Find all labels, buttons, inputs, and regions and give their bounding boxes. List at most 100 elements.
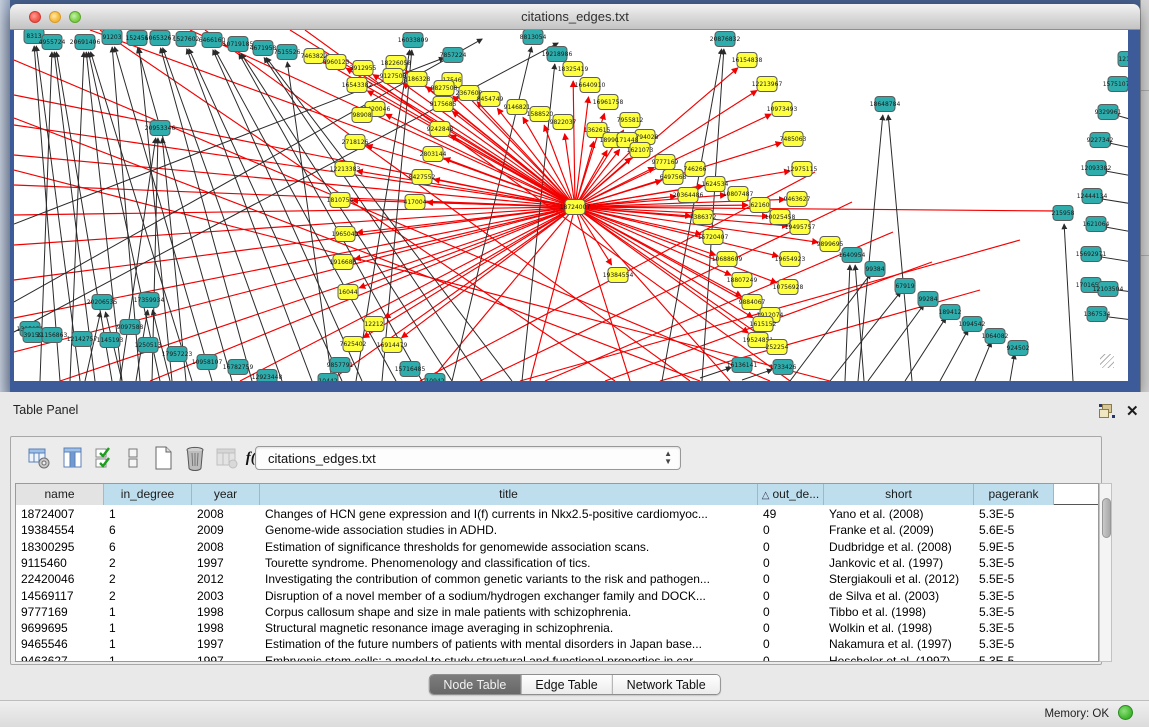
- graph-node[interactable]: 9097588: [117, 320, 144, 335]
- graph-node[interactable]: 12444134: [1077, 189, 1108, 204]
- graph-node[interactable]: 3912955: [350, 61, 377, 76]
- table-row[interactable]: 969969511998Structural magnetic resonanc…: [16, 620, 1098, 636]
- graph-node[interactable]: 91203: [102, 30, 122, 45]
- graph-node[interactable]: 1250513: [135, 338, 162, 353]
- graph-node[interactable]: 1064082: [982, 329, 1009, 344]
- graph-node[interactable]: 17957223: [162, 347, 193, 362]
- graph-node[interactable]: 8454749: [477, 92, 504, 107]
- graph-node[interactable]: 252254: [766, 340, 789, 355]
- column-header-short[interactable]: short: [824, 484, 974, 505]
- graph-node[interactable]: 1640954: [839, 248, 866, 263]
- black-edge[interactable]: [1010, 354, 1015, 381]
- graph-node[interactable]: 6466160: [199, 33, 226, 48]
- graph-node[interactable]: 8186328: [404, 72, 431, 87]
- table-row[interactable]: 1872400712008Changes of HCN gene express…: [16, 506, 1098, 522]
- graph-node[interactable]: 1367534: [1084, 307, 1111, 322]
- graph-node[interactable]: 99284: [918, 292, 938, 307]
- graph-node[interactable]: 9884067: [739, 295, 766, 310]
- graph-node[interactable]: 7485063: [780, 132, 807, 147]
- memory-status-indicator[interactable]: [1118, 705, 1133, 720]
- table-scrollbar[interactable]: [1099, 483, 1112, 662]
- graph-node[interactable]: 98908: [352, 108, 372, 123]
- new-file-icon[interactable]: [149, 444, 177, 472]
- graph-node[interactable]: 17359934: [134, 293, 165, 308]
- graph-node[interactable]: 19384554: [603, 268, 634, 283]
- table-row[interactable]: 946362711997Embryonic stem cells: a mode…: [16, 653, 1098, 662]
- graph-node[interactable]: 9857791: [327, 358, 354, 373]
- graph-node[interactable]: 924502: [1007, 341, 1030, 356]
- graph-node[interactable]: 20953346: [145, 121, 176, 136]
- graph-node[interactable]: 10942: [425, 374, 445, 382]
- graph-node[interactable]: 18807249: [727, 273, 758, 288]
- column-header-name[interactable]: name: [16, 484, 104, 505]
- graph-node[interactable]: 8427552: [409, 170, 436, 185]
- graph-node[interactable]: 4671958: [250, 41, 277, 56]
- graph-node[interactable]: 1965049: [332, 227, 359, 242]
- column-header-year[interactable]: year: [192, 484, 260, 505]
- tab-network-table[interactable]: Network Table: [613, 675, 720, 694]
- graph-node[interactable]: 16640910: [575, 78, 606, 93]
- graph-node[interactable]: 2803144: [420, 147, 447, 162]
- graph-node[interactable]: 7515526: [274, 45, 301, 60]
- graph-node[interactable]: 10958107: [192, 355, 223, 370]
- graph-node[interactable]: 9899695: [817, 237, 844, 252]
- table-row[interactable]: 1456911722003Disruption of a novel membe…: [16, 588, 1098, 604]
- graph-node[interactable]: 16154838: [732, 53, 763, 68]
- graph-node[interactable]: 10807487: [723, 187, 754, 202]
- red-edge[interactable]: [190, 30, 575, 207]
- graph-node[interactable]: 4955724: [39, 35, 66, 50]
- table-row[interactable]: 977716911998Corpus callosum shape and si…: [16, 604, 1098, 620]
- graph-node[interactable]: 10688609: [712, 252, 743, 267]
- table-row[interactable]: 946554611997Estimation of the future num…: [16, 636, 1098, 652]
- graph-node[interactable]: 16136141: [727, 358, 758, 373]
- graph-node[interactable]: 9242848: [427, 122, 454, 137]
- graph-node[interactable]: 99384: [865, 262, 885, 277]
- graph-node[interactable]: 10442: [318, 374, 338, 382]
- graph-node[interactable]: 7857224: [440, 48, 467, 63]
- graph-node[interactable]: 9463627: [784, 192, 811, 207]
- graph-node[interactable]: 746266: [684, 162, 707, 177]
- graph-node[interactable]: 1094542: [959, 317, 986, 332]
- table-mode-icon[interactable]: [25, 444, 53, 472]
- graph-node[interactable]: 16961758: [593, 95, 624, 110]
- graph-node[interactable]: 67919: [895, 279, 915, 294]
- graph-node[interactable]: 15716485: [395, 362, 426, 377]
- column-visibility-icon[interactable]: [59, 444, 87, 472]
- graph-node[interactable]: 18648784: [870, 97, 901, 112]
- graph-node[interactable]: 1621073: [627, 143, 654, 158]
- column-header-title[interactable]: title: [260, 484, 758, 505]
- black-edge[interactable]: [189, 49, 342, 381]
- graph-node[interactable]: 12212: [364, 317, 384, 332]
- graph-node[interactable]: 1621064: [1083, 217, 1110, 232]
- window-resize-grip[interactable]: [1100, 354, 1114, 368]
- graph-node[interactable]: 20876832: [710, 32, 741, 47]
- red-edge[interactable]: [14, 207, 575, 215]
- graph-node[interactable]: 16033809: [398, 33, 429, 48]
- black-edge[interactable]: [162, 138, 186, 381]
- graph-node[interactable]: 9777169: [652, 155, 679, 170]
- graph-node[interactable]: 10653267: [145, 31, 176, 46]
- graph-node[interactable]: 1810754: [327, 193, 354, 208]
- graph-node[interactable]: 7625402: [340, 337, 367, 352]
- red-edge[interactable]: [384, 207, 575, 318]
- graph-node[interactable]: 7386372: [690, 210, 717, 225]
- graph-node[interactable]: 15692971: [1076, 247, 1107, 262]
- graph-node[interactable]: 16543382: [342, 78, 373, 93]
- graph-node[interactable]: 10973493: [767, 102, 798, 117]
- graph-node[interactable]: 1527602: [173, 32, 200, 47]
- network-canvas[interactable]: 8313495572420691406912031524561065326715…: [14, 30, 1128, 381]
- table-select-dropdown[interactable]: citations_edges.txt ▲▼: [255, 446, 681, 470]
- table-row[interactable]: 2242004622012Investigating the contribut…: [16, 571, 1098, 587]
- black-edge[interactable]: [845, 265, 850, 381]
- graph-node[interactable]: 215958: [1052, 206, 1075, 221]
- graph-node[interactable]: 8813054: [520, 30, 547, 45]
- graph-node[interactable]: 16044: [338, 285, 358, 300]
- graph-node[interactable]: 19654923: [775, 252, 806, 267]
- graph-node[interactable]: 9827508: [431, 81, 458, 96]
- row-height-icon[interactable]: [119, 444, 147, 472]
- black-edge[interactable]: [905, 318, 946, 381]
- black-edge[interactable]: [1064, 224, 1073, 381]
- graph-node[interactable]: 7955812: [617, 113, 644, 128]
- red-edge[interactable]: [573, 81, 575, 207]
- float-panel-icon[interactable]: [1099, 404, 1115, 419]
